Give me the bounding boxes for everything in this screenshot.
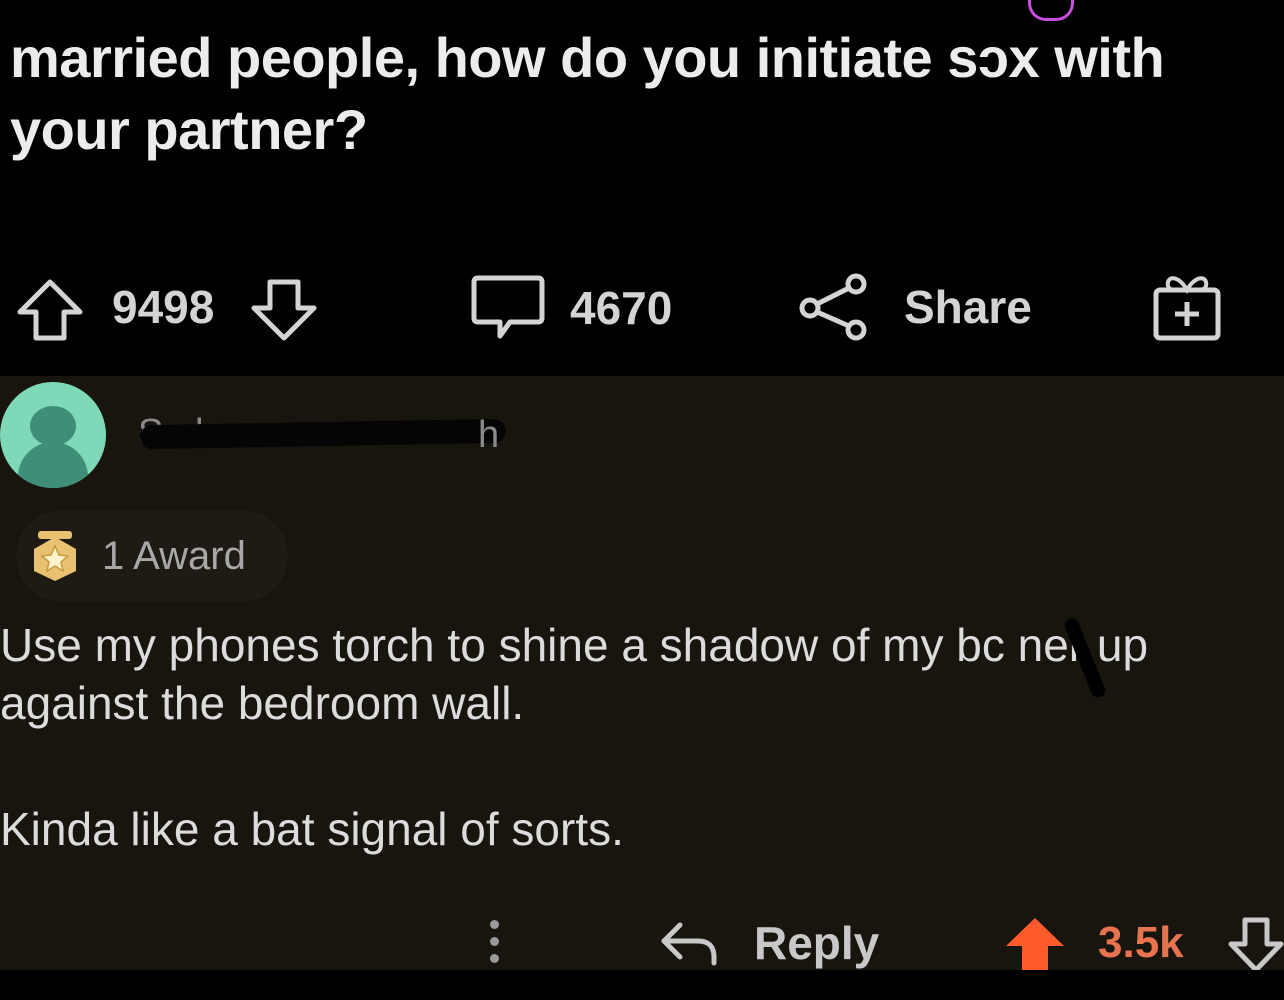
post-comments-button[interactable]: 4670	[470, 272, 672, 344]
reply-label: Reply	[754, 917, 880, 969]
post-share-button[interactable]: Share	[796, 272, 1032, 342]
award-label: 1 Award	[102, 533, 246, 578]
downvote-arrow-icon	[1228, 917, 1284, 973]
comment-bubble-icon	[471, 275, 545, 339]
post-action-bar: 9498 4670 Share	[0, 270, 1284, 350]
downvote-arrow-icon	[251, 279, 317, 341]
comment-score: 3.5k	[1098, 918, 1184, 967]
award-pill[interactable]: 1 Award	[16, 510, 288, 602]
share-label: Share	[904, 281, 1032, 333]
award-medal-icon	[34, 531, 76, 581]
upvote-count: 9498	[112, 281, 215, 333]
reply-arrow-icon	[661, 922, 717, 966]
post-upvote-button[interactable]	[14, 278, 86, 342]
comment-age: h	[478, 414, 500, 456]
bottom-bar	[0, 970, 1284, 1000]
post-gift-button[interactable]	[1150, 270, 1224, 342]
snoo-avatar-icon[interactable]	[0, 382, 106, 488]
reply-button[interactable]: Reply	[658, 916, 879, 970]
post-downvote-button[interactable]	[248, 278, 320, 342]
post-vote-count: 9498	[112, 280, 214, 334]
comment-count: 4670	[570, 282, 673, 334]
post-header: married people, how do you initiate sɔx …	[0, 0, 1284, 376]
share-icon	[799, 273, 867, 341]
upvote-arrow-icon	[1006, 918, 1064, 972]
comment-card: S...hooner... h 1 Award Use my phones to…	[0, 376, 1284, 973]
comment-action-bar: Reply 3.5k	[0, 906, 1284, 973]
comment-paragraph: Kinda like a bat signal of sorts.	[0, 803, 624, 855]
upvote-arrow-icon	[17, 279, 83, 341]
gift-award-icon	[1153, 276, 1221, 341]
annotation-mark	[1028, 0, 1074, 21]
post-title[interactable]: married people, how do you initiate sɔx …	[10, 22, 1270, 166]
more-options-icon[interactable]	[490, 920, 500, 971]
